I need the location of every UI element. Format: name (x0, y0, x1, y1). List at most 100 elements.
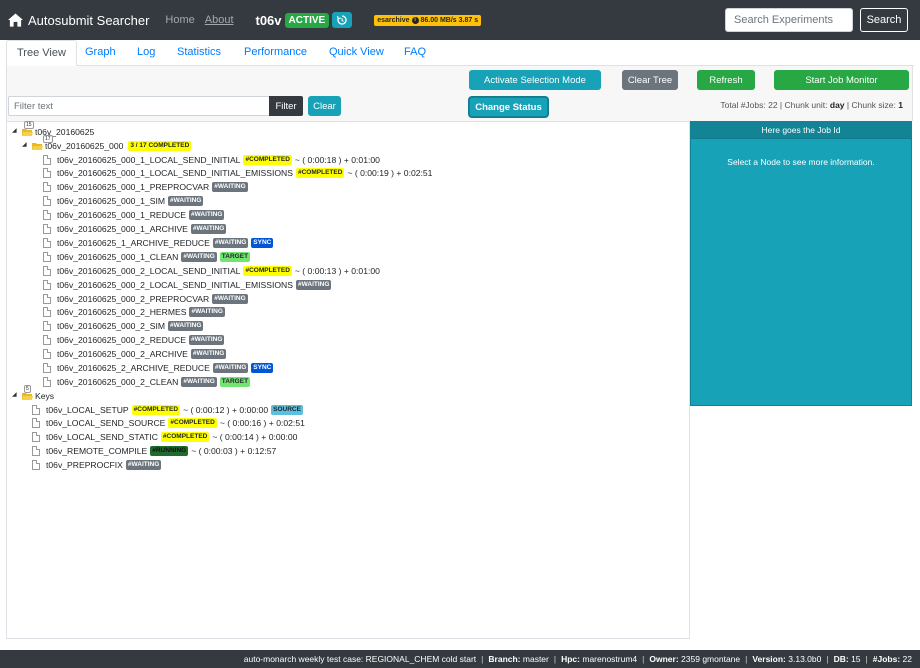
job-status-badge: #WAITING (296, 279, 332, 290)
job-status-badge: #WAITING (212, 363, 249, 373)
tree-node-label: Keys (35, 390, 55, 401)
job-name: t06v_20160625_1_ARCHIVE_REDUCE (57, 237, 210, 248)
tree-node-root[interactable]: ◢ 15 t06v_20160625 (12, 121, 94, 138)
footer-version-label: Version: (752, 654, 786, 664)
job-status-badge: #WAITING (190, 349, 227, 360)
tree-node-label: t06v_20160625_000 (45, 140, 124, 151)
status-badge: ACTIVE (284, 12, 330, 28)
job-name: t06v_20160625_000_2_REDUCE (57, 335, 187, 346)
file-icon (43, 224, 51, 234)
clear-filter-button[interactable]: Clear (308, 96, 341, 116)
revision-button[interactable] (332, 12, 353, 28)
tree-node-job[interactable]: t06v_PREPROCFIX #WAITING (32, 459, 162, 472)
tab-performance[interactable]: Performance (234, 40, 317, 66)
tab-quick-view[interactable]: Quick View (319, 40, 394, 66)
job-target-badge: TARGET (219, 376, 251, 387)
summary-chunk-size: 1 (898, 100, 903, 110)
tab-tree-view[interactable]: Tree View (6, 40, 77, 67)
search-button[interactable]: Search (860, 8, 908, 32)
file-icon (43, 237, 51, 248)
tab-log[interactable]: Log (127, 40, 165, 66)
tab-faq[interactable]: FAQ (394, 40, 436, 66)
tree-node-job[interactable]: t06v_20160625_000_1_LOCAL_SEND_INITIAL #C… (43, 153, 380, 166)
tree-node-job[interactable]: t06v_20160625_000_2_PREPROCVAR #WAITING (43, 292, 248, 305)
tree-node-job[interactable]: t06v_LOCAL_SEND_STATIC #COMPLETED ~ ( 0:00… (32, 431, 297, 444)
filter-input[interactable] (8, 96, 270, 116)
folder-open-icon (32, 142, 43, 150)
tree-node-job[interactable]: t06v_20160625_000_2_REDUCE #WAITING (43, 334, 225, 347)
member-count-badge: 17 (43, 135, 53, 143)
job-status-badge: #WAITING (125, 460, 162, 471)
job-time: ~ ( 0:00:16 ) + 0:02:51 (219, 418, 305, 429)
tree-node-job[interactable]: t06v_20160625_000_2_SIM #WAITING (43, 320, 204, 333)
tree-node-keys[interactable]: ◢ 5 Keys (12, 385, 55, 402)
tree-node-job[interactable]: t06v_20160625_000_1_ARCHIVE #WAITING (43, 223, 227, 236)
job-status-badge: #WAITING (181, 251, 217, 262)
expand-toggle-icon[interactable]: ◢ (12, 127, 17, 134)
footer-owner: 2359 gmontane (681, 654, 741, 664)
footer: auto-monarch weekly test case: REGIONAL_… (0, 650, 920, 668)
brand[interactable]: Autosubmit Searcher (8, 13, 149, 28)
job-time: ~ ( 0:00:12 ) + 0:00:00 (183, 404, 269, 415)
job-status-badge: #WAITING (190, 224, 227, 234)
tree-node-job[interactable]: t06v_LOCAL_SETUP #COMPLETED ~ ( 0:00:12 ) … (32, 403, 303, 416)
file-icon (43, 182, 51, 193)
tree-node-job[interactable]: t06v_20160625_000_2_HERMES #WAITING (43, 306, 225, 319)
tree-node-job[interactable]: t06v_20160625_000_1_LOCAL_SEND_INITIAL_E… (43, 167, 432, 180)
activate-selection-button[interactable]: Activate Selection Mode (469, 70, 601, 90)
job-name: t06v_20160625_000_1_ARCHIVE (57, 224, 188, 234)
clear-tree-button[interactable]: Clear Tree (622, 70, 678, 90)
tree-node-job[interactable]: t06v_20160625_000_2_LOCAL_SEND_INITIAL #C… (43, 264, 380, 277)
expand-toggle-icon[interactable]: ◢ (22, 141, 27, 148)
tab-graph[interactable]: Graph (75, 40, 126, 66)
keys-count-badge: 5 (24, 385, 31, 393)
file-icon (43, 321, 51, 332)
tree-node-job[interactable]: t06v_20160625_000_2_ARCHIVE #WAITING (43, 348, 227, 361)
progress-badge: 3 / 17 COMPLETED (128, 140, 192, 151)
start-job-monitor-button[interactable]: Start Job Monitor (774, 70, 909, 90)
tree-node-job[interactable]: t06v_20160625_000_1_REDUCE #WAITING (43, 209, 225, 222)
job-name: t06v_20160625_000_2_PREPROCVAR (57, 293, 210, 304)
job-name: t06v_LOCAL_SEND_SOURCE (46, 418, 166, 429)
job-status-badge: #WAITING (189, 335, 225, 346)
file-icon (43, 363, 51, 373)
job-name: t06v_LOCAL_SEND_STATIC (46, 432, 158, 443)
job-name: t06v_20160625_2_ARCHIVE_REDUCE (57, 363, 210, 373)
expand-toggle-icon[interactable]: ◢ (12, 391, 17, 398)
tree-node-job[interactable]: t06v_20160625_2_ARCHIVE_REDUCE #WAITING SY… (43, 362, 274, 375)
job-name: t06v_20160625_000_2_HERMES (57, 307, 187, 318)
tab-statistics[interactable]: Statistics (167, 40, 231, 66)
change-status-button[interactable]: Change Status (469, 97, 548, 117)
footer-hpc-label: Hpc: (561, 654, 580, 664)
nav-about-link[interactable]: About (205, 14, 234, 26)
job-status-badge: #COMPLETED (131, 404, 181, 415)
footer-hpc: marenostrum4 (582, 654, 638, 664)
job-info-panel: Here goes the Job Id Select a Node to se… (690, 121, 912, 406)
refresh-button[interactable]: Refresh (697, 70, 755, 90)
tree-node-job[interactable]: t06v_20160625_000_1_PREPROCVAR #WAITING (43, 181, 248, 194)
tree-node-job[interactable]: t06v_20160625_000_1_CLEAN #WAITING TARGET (43, 250, 251, 263)
tree-node-member[interactable]: ◢ 17 t06v_20160625_000 3 / 17 COMPLETED (22, 135, 192, 152)
tree-node-job[interactable]: t06v_REMOTE_COMPILE #RUNNING ~ ( 0:00:03 )… (32, 445, 276, 458)
job-time: ~ ( 0:00:03 ) + 0:12:57 (191, 446, 277, 457)
footer-db: 15 (851, 654, 861, 664)
file-icon (32, 460, 40, 471)
nav-home-link[interactable]: Home (165, 14, 194, 26)
tree-node-job[interactable]: t06v_20160625_000_2_LOCAL_SEND_INITIAL_E… (43, 278, 332, 291)
root-count-badge: 15 (24, 121, 34, 129)
job-status-badge: #COMPLETED (168, 418, 217, 429)
job-status-badge: #RUNNING (150, 446, 189, 457)
footer-jobs-label: #Jobs: (872, 654, 901, 664)
job-name: t06v_20160625_000_1_PREPROCVAR (57, 182, 210, 193)
file-icon (43, 210, 51, 221)
tree-node-job[interactable]: t06v_LOCAL_SEND_SOURCE #COMPLETED ~ ( 0:00… (32, 417, 305, 430)
job-name: t06v_20160625_000_1_LOCAL_SEND_INITIAL_E… (57, 168, 293, 179)
filter-button[interactable]: Filter (269, 96, 303, 116)
search-input[interactable] (725, 8, 853, 32)
tree-node-job[interactable]: t06v_20160625_1_ARCHIVE_REDUCE #WAITING SY… (43, 236, 274, 249)
tree-node-job[interactable]: t06v_20160625_000_2_CLEAN #WAITING TARGET (43, 375, 251, 388)
file-icon (32, 418, 40, 429)
tree-node-job[interactable]: t06v_20160625_000_1_SIM #WAITING (43, 195, 204, 208)
summary-chunk-unit: day (829, 100, 845, 110)
esarchive-badge: esarchive i 86.00 MB/s 3.87 s (374, 14, 482, 26)
